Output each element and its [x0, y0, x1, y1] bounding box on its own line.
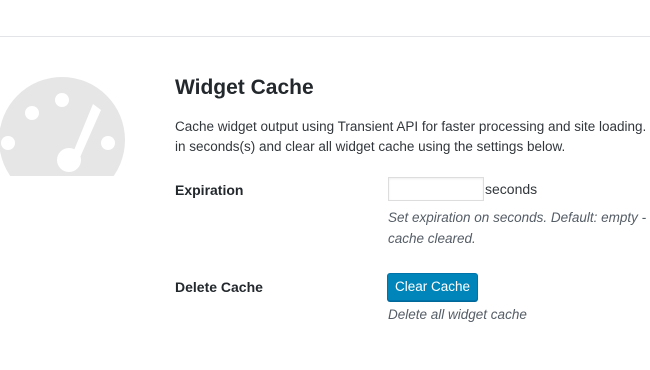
expiration-seconds-input[interactable]: [388, 177, 484, 201]
description-line-1: Cache widget output using Transient API …: [175, 119, 645, 134]
expiration-help-text: Set expiration on seconds. Default: empt…: [388, 207, 650, 249]
description-line-2: in seconds(s) and clear all widget cache…: [175, 139, 566, 154]
page-title: Widget Cache: [175, 76, 314, 99]
section-description: Cache widget output using Transient API …: [175, 117, 645, 157]
seconds-unit-label: seconds: [485, 181, 538, 197]
expiration-label: Expiration: [175, 182, 244, 198]
delete-cache-help-text: Delete all widget cache: [388, 307, 527, 322]
expiration-help-line-2: cache cleared.: [388, 231, 476, 246]
dashboard-gauge-icon: [0, 0, 130, 200]
expiration-help-line-1: Set expiration on seconds. Default: empt…: [388, 210, 647, 225]
delete-cache-label: Delete Cache: [175, 279, 263, 295]
clear-cache-button[interactable]: Clear Cache: [387, 273, 478, 301]
